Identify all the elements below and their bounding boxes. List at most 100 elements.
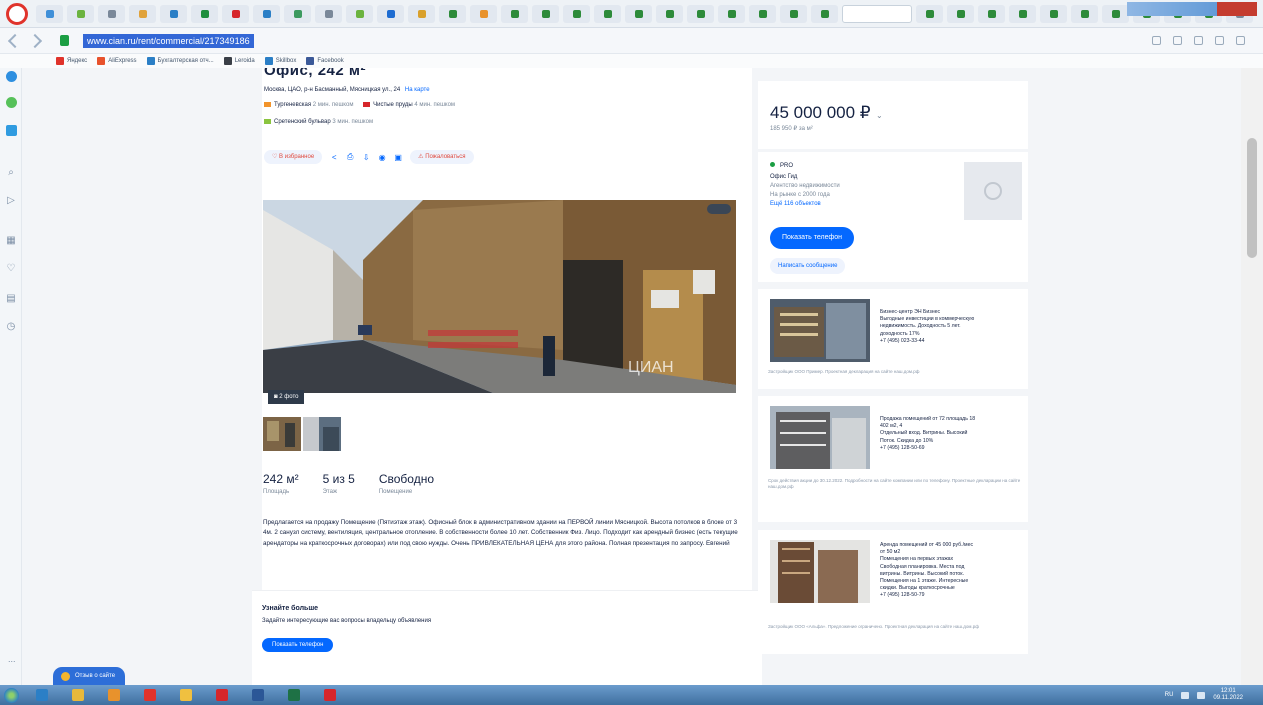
sidebar-more-icon[interactable]: ...	[8, 654, 16, 664]
browser-tab[interactable]	[408, 4, 435, 23]
browser-tab[interactable]	[625, 4, 652, 23]
explorer-taskbar-button[interactable]	[62, 686, 94, 704]
browser-tab[interactable]	[1040, 4, 1067, 23]
translate-icon[interactable]	[1152, 36, 1161, 45]
browser-tab[interactable]	[36, 4, 63, 23]
ad-card[interactable]: Бизнес-центр ЭН Бизнес Выгодные инвестици…	[758, 289, 1028, 389]
close-window-button[interactable]	[1217, 2, 1257, 16]
word-taskbar-button[interactable]	[242, 686, 274, 704]
browser-tab[interactable]	[594, 4, 621, 23]
print-icon[interactable]: ⎙	[346, 152, 354, 161]
metro-item[interactable]: Сретенский бульвар 3 мин. пешком	[264, 119, 373, 125]
browser-tab[interactable]	[253, 4, 280, 23]
browser-tab[interactable]	[129, 4, 156, 23]
bookmark-item[interactable]: Facebook	[306, 57, 344, 65]
agent-logo[interactable]	[964, 162, 1022, 220]
browser-tab[interactable]	[916, 4, 943, 23]
ad-image[interactable]	[770, 540, 870, 603]
excel-taskbar-button[interactable]	[278, 686, 310, 704]
browser-tab[interactable]	[978, 4, 1005, 23]
ad-card[interactable]: Продажа помещений от 72 площадь 18 402 м2…	[758, 396, 1028, 522]
browser-tab[interactable]	[222, 4, 249, 23]
network-icon[interactable]	[1181, 691, 1190, 699]
browser-tab[interactable]	[284, 4, 311, 23]
browser-tab[interactable]	[718, 4, 745, 23]
opera-taskbar-button[interactable]	[206, 686, 238, 704]
telegram-icon[interactable]	[5, 124, 17, 136]
browser-tab[interactable]	[377, 4, 404, 23]
browser-tab[interactable]	[98, 4, 125, 23]
map-link[interactable]: На карте	[405, 87, 430, 93]
agent-name[interactable]: Офис Гид	[770, 174, 797, 180]
bookmark-item[interactable]: Skillbox	[264, 57, 296, 65]
browser-tab[interactable]	[160, 4, 187, 23]
reader-icon[interactable]	[1173, 36, 1182, 45]
feedback-button[interactable]: Отзыв о сайте	[53, 667, 126, 685]
ie-taskbar-button[interactable]	[26, 686, 58, 704]
paint-taskbar-button[interactable]	[170, 686, 202, 704]
browser-tab[interactable]	[1009, 4, 1036, 23]
lock-icon[interactable]	[60, 35, 69, 46]
bookmark-icon[interactable]	[1194, 36, 1203, 45]
browser-tab[interactable]	[1071, 4, 1098, 23]
language-indicator[interactable]: RU	[1165, 692, 1174, 698]
agent-more-link[interactable]: Ещё 116 объектов	[770, 201, 821, 207]
bookmark-item[interactable]: Бухгалтерская отч...	[146, 57, 214, 65]
browser-tab[interactable]	[315, 4, 342, 23]
history-icon[interactable]: ◷	[5, 320, 17, 332]
main-photo[interactable]: ЦИАН	[263, 200, 736, 393]
bookmark-item[interactable]: Leroida	[223, 57, 255, 65]
browser-tab[interactable]	[501, 4, 528, 23]
compare-icon[interactable]: ◉	[378, 153, 386, 162]
chrome-taskbar-button[interactable]	[134, 686, 166, 704]
browser-tab[interactable]	[947, 4, 974, 23]
metro-item[interactable]: Чистые пруды 4 мин. пешком	[363, 102, 455, 108]
extensions-icon[interactable]	[1215, 36, 1224, 45]
download-icon[interactable]: ⇩	[362, 153, 370, 162]
browser-tab[interactable]	[780, 4, 807, 23]
search-icon[interactable]: ⌕	[5, 166, 17, 178]
forward-icon[interactable]	[27, 33, 43, 48]
start-button[interactable]	[0, 685, 22, 705]
pdf-taskbar-button[interactable]	[314, 686, 346, 704]
show-phone-button-sidebar[interactable]: Показать телефон	[770, 227, 854, 249]
browser-tab[interactable]	[532, 4, 559, 23]
media-taskbar-button[interactable]	[98, 686, 130, 704]
whatsapp-icon[interactable]	[5, 96, 17, 108]
metro-item[interactable]: Тургеневская 2 мин. пешком	[264, 102, 353, 108]
browser-tab[interactable]	[1102, 4, 1129, 23]
browser-tab[interactable]	[191, 4, 218, 23]
ad-card[interactable]: Аренда помещений от 45 000 руб./мес от 50…	[758, 530, 1028, 654]
address-text[interactable]: Москва, ЦАО, р-н Басманный, Мясницкая ул…	[264, 87, 400, 93]
browser-tab[interactable]	[346, 4, 373, 23]
downloads-icon[interactable]	[1236, 36, 1245, 45]
browser-tab[interactable]	[811, 4, 838, 23]
write-message-button[interactable]: Написать сообщение	[770, 258, 846, 274]
browser-tab[interactable]	[439, 4, 466, 23]
bookmark-item[interactable]: AliExpress	[97, 57, 137, 65]
send-icon[interactable]: ▷	[5, 194, 17, 206]
clock[interactable]: 12:01 09.11.2022	[1213, 688, 1243, 702]
browser-tab[interactable]	[67, 4, 94, 23]
browser-tab[interactable]	[563, 4, 590, 23]
browser-tab[interactable]	[656, 4, 683, 23]
browser-tab[interactable]	[749, 4, 776, 23]
price-history-icon[interactable]: ⌄	[876, 111, 883, 120]
browser-tab[interactable]	[470, 4, 497, 23]
ad-image[interactable]	[770, 406, 870, 469]
back-icon[interactable]	[7, 33, 23, 48]
share-icon[interactable]: <	[330, 153, 338, 162]
scrollbar-thumb[interactable]	[1247, 138, 1257, 258]
browser-tab[interactable]	[687, 4, 714, 23]
yandex-mail-icon[interactable]	[5, 70, 17, 82]
show-phone-button[interactable]: Показать телефон	[262, 638, 334, 652]
page-scrollbar[interactable]	[1241, 68, 1263, 685]
heart-icon[interactable]: ♡	[5, 262, 17, 274]
photo-count-badge[interactable]: ◙ 2 фото	[268, 390, 305, 404]
url-field[interactable]: www.cian.ru/rent/commercial/217349186	[83, 33, 254, 48]
complain-button[interactable]: ⚠ Пожаловаться	[410, 150, 474, 164]
yandex-browser-button[interactable]	[6, 2, 28, 25]
collection-icon[interactable]: ▤	[5, 292, 17, 304]
thumbnail[interactable]	[263, 417, 301, 451]
ad-image[interactable]	[770, 299, 870, 362]
